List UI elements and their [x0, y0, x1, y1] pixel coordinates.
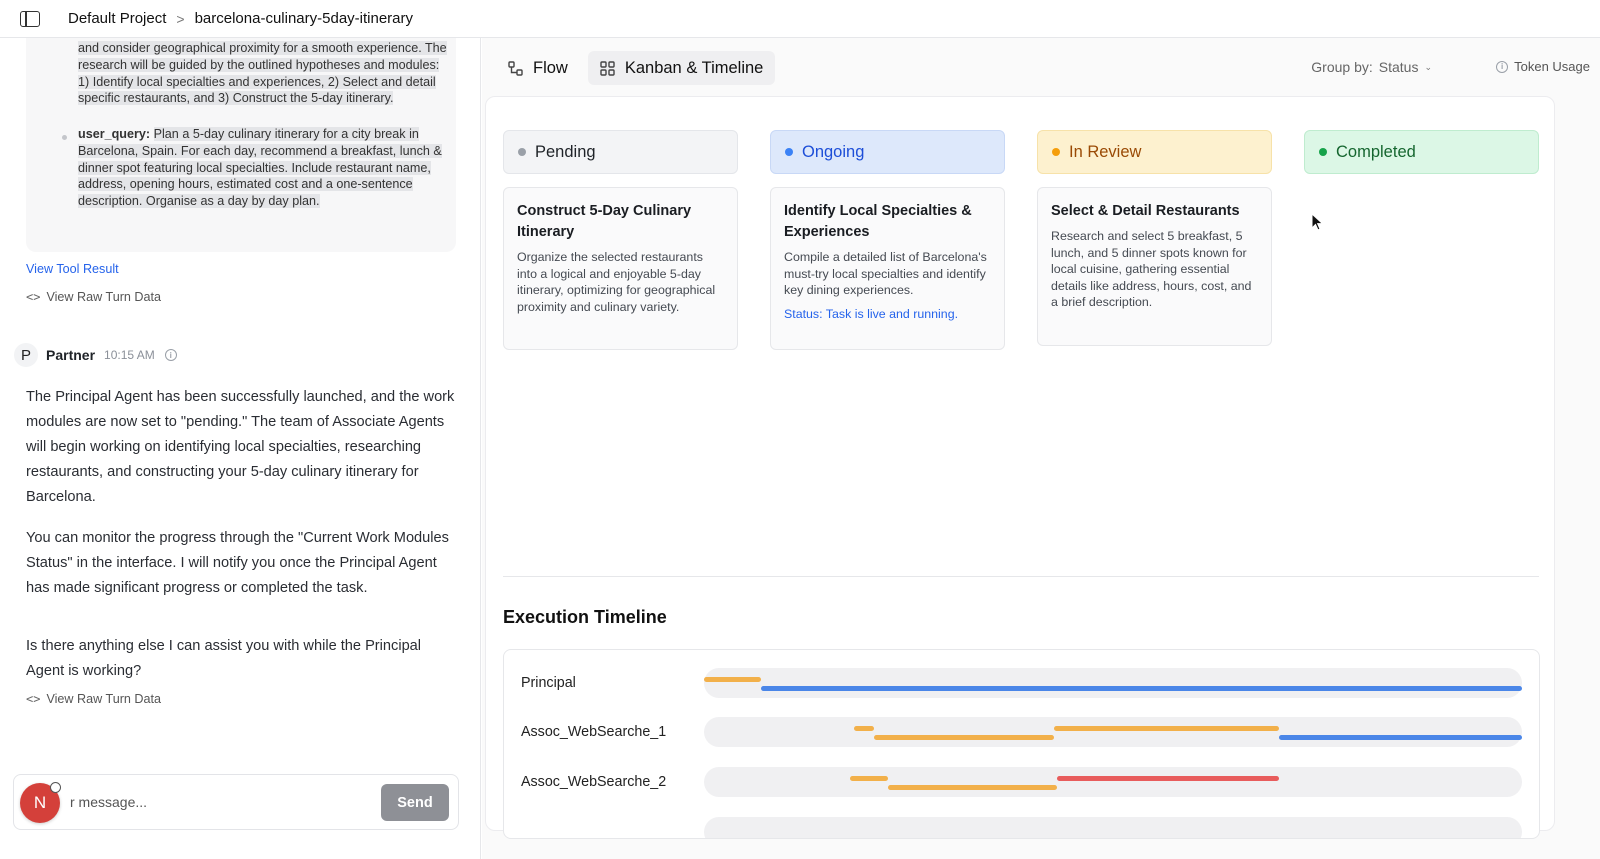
view-raw-label: View Raw Turn Data — [46, 290, 162, 304]
timeline-row-label: Principal — [521, 675, 576, 691]
message-time: 10:15 AM — [104, 348, 155, 362]
bullet-icon — [62, 135, 67, 140]
column-header-completed: Completed — [1304, 130, 1539, 174]
sidebar-toggle-icon[interactable] — [20, 10, 40, 27]
tab-flow-label: Flow — [533, 58, 568, 77]
card-identify-specialties[interactable]: Identify Local Specialties & Experiences… — [770, 187, 1005, 350]
timeline-track — [704, 817, 1522, 838]
grid-icon — [600, 60, 615, 76]
timeline-segment[interactable] — [1279, 735, 1522, 740]
timeline-segment[interactable] — [1056, 776, 1280, 781]
section-divider — [503, 576, 1539, 577]
timeline-track — [704, 767, 1522, 797]
timeline-row-label: Assoc_WebSearche_1 — [521, 724, 667, 740]
group-by-select[interactable]: Group by: Status ⌄ — [1311, 59, 1432, 75]
timeline-segment[interactable] — [874, 735, 1055, 740]
column-header-ongoing: Ongoing — [770, 130, 1005, 174]
message-paragraph-3: Is there anything else I can assist you … — [26, 638, 422, 679]
column-header-pending: Pending — [503, 130, 738, 174]
timeline-title: Execution Timeline — [503, 607, 667, 627]
card-description: Compile a detailed list of Barcelona's m… — [784, 250, 987, 298]
column-label: Pending — [535, 142, 596, 161]
message-paragraph-2: You can monitor the progress through the… — [26, 530, 449, 596]
group-by-label: Group by: — [1311, 59, 1373, 75]
card-select-restaurants[interactable]: Select & Detail Restaurants Research and… — [1037, 187, 1272, 346]
info-icon[interactable]: i — [164, 349, 177, 361]
avatar: P — [14, 343, 38, 367]
message-header: P Partner 10:15 AM i — [14, 343, 177, 367]
timeline-segment[interactable] — [853, 726, 875, 731]
status-dot-icon — [1319, 148, 1327, 156]
execution-timeline: Principal Assoc_WebSearche_1 Assoc_WebSear… — [503, 649, 1540, 839]
breadcrumb-page: barcelona-culinary-5day-itinerary — [194, 10, 414, 27]
card-description: Research and select 5 breakfast, 5 lunch… — [1051, 229, 1252, 310]
view-raw-turn-data-link-2[interactable]: <> View Raw Turn Data — [26, 692, 161, 706]
card-title: Identify Local Specialties & Experiences — [784, 203, 972, 240]
user-query-key: user_query: — [78, 127, 151, 141]
column-label: In Review — [1069, 142, 1142, 161]
timeline-segment[interactable] — [850, 776, 889, 781]
timeline-segment[interactable] — [888, 785, 1057, 790]
view-tool-result-link[interactable]: View Tool Result — [26, 262, 119, 276]
column-header-in-review: In Review — [1037, 130, 1272, 174]
token-usage-label: Token Usage — [1514, 59, 1590, 74]
tab-kanban-label: Kanban & Timeline — [624, 58, 764, 77]
tab-flow[interactable]: Flow — [496, 51, 580, 85]
group-by-value: Status — [1378, 59, 1419, 75]
top-bar: Default Project > barcelona-culinary-5da… — [0, 0, 1600, 38]
chevron-down-icon: ⌄ — [1424, 61, 1432, 72]
timeline-track — [704, 668, 1522, 698]
card-description: Organize the selected restaurants into a… — [517, 250, 716, 314]
tool-call-text: and consider geographical proximity for … — [78, 41, 447, 106]
breadcrumb-project[interactable]: Default Project — [68, 10, 166, 27]
code-icon: <> — [26, 692, 41, 706]
token-usage-button[interactable]: i Token Usage — [1496, 59, 1590, 74]
timeline-segment[interactable] — [1054, 726, 1280, 731]
kanban-board: Pending Ongoing In Review Completed Constru… — [485, 96, 1555, 839]
tab-kanban-timeline[interactable]: Kanban & Timeline — [587, 51, 776, 85]
message-paragraph-1: The Principal Agent has been successfull… — [26, 389, 455, 505]
view-tabs: Flow Kanban & Timeline — [496, 51, 776, 85]
card-construct-itinerary[interactable]: Construct 5-Day Culinary Itinerary Organ… — [503, 187, 738, 350]
column-label: Completed — [1336, 142, 1416, 161]
timeline-segment[interactable] — [704, 677, 762, 682]
status-dot — [50, 782, 61, 793]
status-dot-icon — [785, 148, 793, 156]
breadcrumb-separator: > — [176, 10, 185, 27]
code-icon: <> — [26, 290, 41, 304]
status-dot-icon — [518, 148, 526, 156]
mouse-cursor-icon — [1311, 213, 1324, 231]
sender-name: Partner — [46, 347, 96, 363]
view-raw-turn-data-link[interactable]: <> View Raw Turn Data — [26, 290, 161, 304]
tool-call-box: and consider geographical proximity for … — [26, 38, 456, 252]
send-button[interactable]: Send — [381, 784, 449, 821]
timeline-segment[interactable] — [761, 686, 1522, 691]
card-status: Status: Task is live and running. — [784, 306, 959, 321]
column-label: Ongoing — [802, 142, 865, 161]
user-query-item: user_query: Plan a 5-day culinary itiner… — [78, 126, 448, 210]
card-title: Select & Detail Restaurants — [1051, 203, 1240, 219]
message-composer[interactable]: r message... Send — [13, 774, 459, 830]
info-icon: i — [1496, 60, 1509, 73]
status-dot-icon — [1052, 148, 1060, 156]
timeline-track — [704, 717, 1522, 747]
workspace-panel: Flow Kanban & Timeline Group by: Status … — [482, 38, 1600, 859]
timeline-row-label: Assoc_WebSearche_2 — [521, 774, 667, 790]
chat-panel: and consider geographical proximity for … — [0, 38, 481, 859]
flow-icon — [508, 60, 523, 76]
card-title: Construct 5-Day Culinary Itinerary — [517, 203, 692, 240]
message-input[interactable]: r message... — [70, 794, 147, 810]
view-raw-label: View Raw Turn Data — [46, 692, 162, 706]
